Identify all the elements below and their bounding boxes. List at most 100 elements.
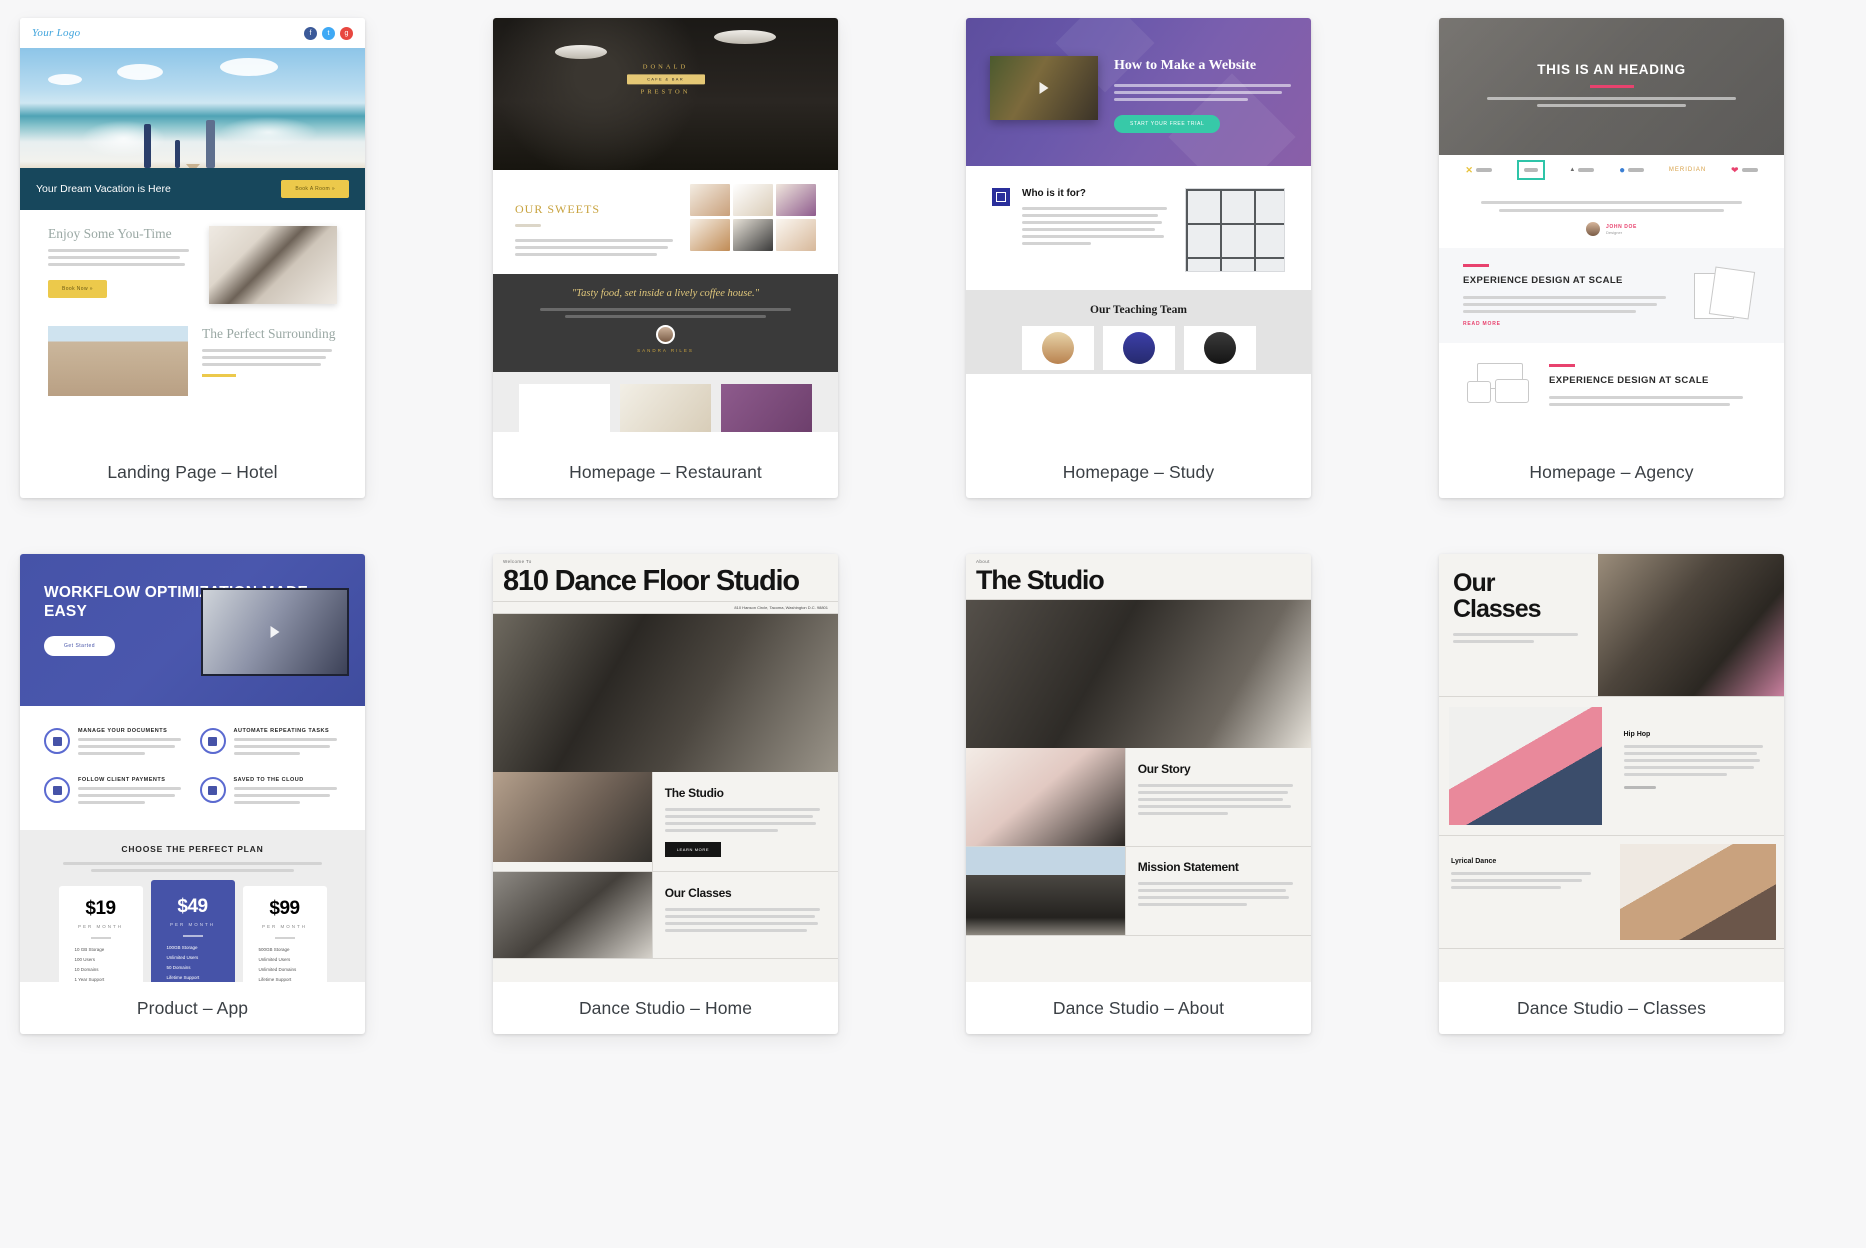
section-heading: EXPERIENCE DESIGN AT SCALE [1549,374,1709,386]
hero-heading: How to Make a Website [1114,58,1257,73]
team-member[interactable] [1183,326,1256,370]
hero-banner-title: Your Dream Vacation is Here [36,183,171,195]
plan-price: $49 [177,896,208,917]
restaurant-testimonial: "Tasty food, set inside a lively coffee … [493,274,838,372]
cloud-icon [199,777,226,803]
feature-list: MANAGE YOUR DOCUMENTS AUTOMATE REPEATING… [20,706,365,830]
read-more-link[interactable]: READ MORE [1463,321,1674,327]
feature-item: SAVED TO THE CLOUD [199,777,342,808]
card-caption: Product – App [136,997,249,1018]
pillow-image [209,226,337,304]
card-caption: Dance Studio – About [1052,997,1225,1018]
hero-image-study: How to Make a Website START YOUR FREE TR… [966,18,1311,166]
template-preview[interactable]: Your Logo f t g Your Dream Vacation is H… [20,18,365,446]
logo-slide-active[interactable] [1516,160,1545,180]
template-preview[interactable]: DONALD CAFE & BAR PRESTON OUR SWEETS "Ta… [493,18,838,446]
badge-bottom-text: PRESTON [640,88,691,96]
plan-feature: Lifetime Support [166,975,200,980]
template-preview[interactable]: Our Classes Hip Hop Lyrical Dance [1439,554,1784,982]
template-preview[interactable]: THIS IS AN HEADING ✕ ▲ ● MERIDIAN ❤ JOHN… [1439,18,1784,446]
hero-heading: THIS IS AN HEADING [1537,62,1686,77]
section-heading: EXPERIENCE DESIGN AT SCALE [1463,275,1623,286]
hero-image-restaurant: DONALD CAFE & BAR PRESTON [493,18,838,170]
hero-video-thumbnail[interactable] [201,588,349,676]
section-heading: Our Story [1137,761,1191,776]
template-card-dance-studio-classes[interactable]: Our Classes Hip Hop Lyrical Dance Dance … [1439,554,1784,1034]
social-icons[interactable]: f t g [304,26,353,40]
page-title: The Studio [976,565,1105,595]
lyrical-image [1619,844,1776,940]
learn-more-link[interactable] [1623,786,1656,789]
team-member[interactable] [1102,326,1175,370]
hero-dancer-image [493,613,838,772]
study-section-who: Who is it for? [966,166,1311,290]
plan-card-featured[interactable]: $49 PER MONTH 100GB Storage Unlimited Us… [150,880,235,982]
template-preview[interactable]: WORKFLOW OPTIMIZATION MADE EASY Get Star… [20,554,365,982]
play-icon[interactable] [1039,82,1049,94]
automate-icon [199,728,226,754]
devices-illustration-icon [1463,359,1537,415]
section-body [1549,395,1760,406]
mission-image [966,846,1125,935]
page-label: About [976,559,990,564]
class-section-hiphop: Hip Hop [1439,697,1784,836]
template-preview[interactable]: About The Studio Our Story Mission State… [966,554,1311,982]
hotel-section-you-time: Enjoy Some You-Time Book Now » [20,210,365,314]
template-card-dance-studio-about[interactable]: About The Studio Our Story Mission State… [966,554,1311,1034]
hero-copy: How to Make a Website START YOUR FREE TR… [1114,58,1295,133]
welcome-label: Welcome To [503,559,532,564]
plan-feature: Lifetime Support [258,977,292,982]
accent-bar [1463,264,1489,267]
start-trial-button[interactable]: START YOUR FREE TRIAL [1114,114,1221,133]
hero-video-thumbnail[interactable] [990,56,1098,120]
template-card-homepage-restaurant[interactable]: DONALD CAFE & BAR PRESTON OUR SWEETS "Ta… [493,18,838,498]
feature-title: MANAGE YOUR DOCUMENTS [78,728,168,734]
plan-card[interactable]: $99 PER MONTH 500GB Storage Unlimited Us… [242,886,327,982]
testimonial-role: Designer [1606,229,1623,235]
card-caption: Dance Studio – Classes [1517,997,1706,1018]
template-preview[interactable]: Welcome To 810 Dance Floor Studio 810 Ha… [493,554,838,982]
agency-section-1: EXPERIENCE DESIGN AT SCALE READ MORE [1439,248,1784,343]
hotel-navbar: Your Logo f t g [20,18,365,48]
plan-period: PER MONTH [78,924,123,929]
team-member[interactable] [1021,326,1094,370]
plan-period: PER MONTH [262,924,307,929]
hero-image-agency: THIS IS AN HEADING [1439,18,1784,155]
get-started-button[interactable]: Get Started [44,635,116,656]
section-heading: Who is it for? [1022,188,1086,199]
section-heading: Enjoy Some You-Time [48,226,172,241]
twitter-icon[interactable]: t [322,26,335,40]
badge-top-text: DONALD [642,63,689,71]
restaurant-section-sweets: OUR SWEETS [493,170,838,274]
plan-card[interactable]: $19 PER MONTH 10 GB Storage 100 Users 10… [58,886,143,982]
dance-section-classes: Our Classes [493,871,838,959]
facebook-icon[interactable]: f [304,26,317,40]
classes-hero: Our Classes [1439,554,1784,697]
play-icon[interactable] [270,626,280,638]
section-heading: OUR SWEETS [515,202,600,216]
book-room-button[interactable]: Book A Room » [281,180,349,198]
section-body [1463,295,1674,313]
template-card-dance-studio-home[interactable]: Welcome To 810 Dance Floor Studio 810 Ha… [493,554,838,1034]
plan-period: PER MONTH [170,922,215,927]
testimonial-quote: "Tasty food, set inside a lively coffee … [571,288,760,299]
googleplus-icon[interactable]: g [340,26,353,40]
section-heading: Mission Statement [1137,859,1239,874]
card-caption: Homepage – Restaurant [569,461,762,482]
template-preview[interactable]: How to Make a Website START YOUR FREE TR… [966,18,1311,446]
logo-tempo: ● [1619,165,1645,176]
template-card-landing-page-hotel[interactable]: Your Logo f t g Your Dream Vacation is H… [20,18,365,498]
plans-heading: CHOOSE THE PERFECT PLAN [121,844,264,854]
template-card-homepage-study[interactable]: How to Make a Website START YOUR FREE TR… [966,18,1311,498]
book-now-button[interactable]: Book Now » [48,280,107,298]
plan-feature: 100 Users [74,957,96,962]
template-card-product-app[interactable]: WORKFLOW OPTIMIZATION MADE EASY Get Star… [20,554,365,1034]
plan-card-list: $19 PER MONTH 10 GB Storage 100 Users 10… [38,880,347,982]
learn-more-button[interactable]: LEARN MORE [664,841,722,857]
agency-testimonial: JOHN DOE Designer [1439,185,1784,248]
plans-body [38,862,347,872]
template-card-homepage-agency[interactable]: THIS IS AN HEADING ✕ ▲ ● MERIDIAN ❤ JOHN… [1439,18,1784,498]
section-heading: Our Teaching Team [1090,304,1187,316]
address-line: 810 Hanson Circle, Tacoma, Washington D.… [493,601,838,614]
accent-bar [1549,363,1575,367]
